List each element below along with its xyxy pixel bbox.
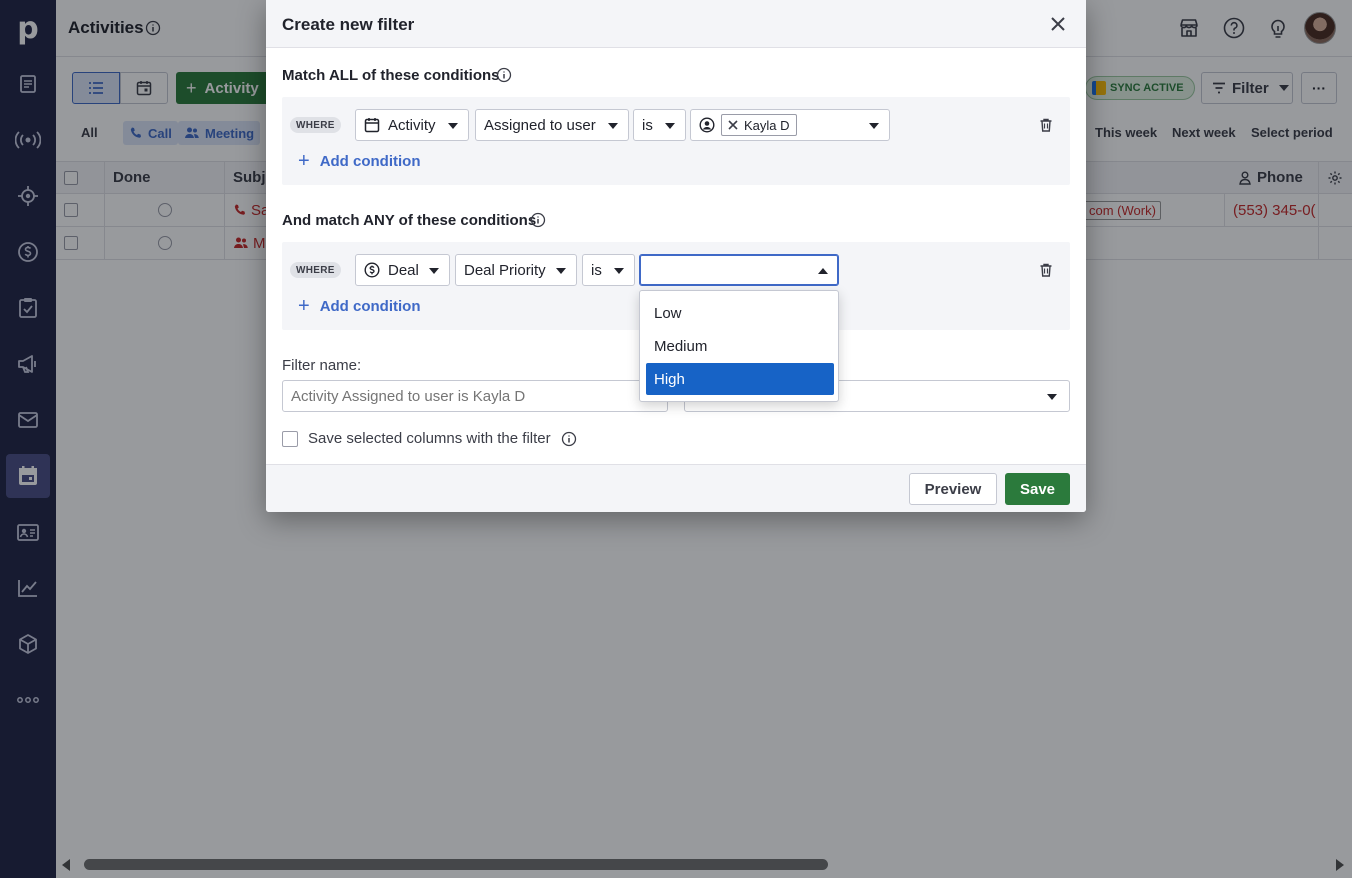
filter-name-label: Filter name: [282,357,362,374]
trash-icon[interactable] [1038,117,1054,133]
remove-chip-icon [728,120,738,130]
condition-operator-select[interactable]: is [633,109,686,141]
modal-header: Create new filter [266,0,1086,48]
condition-field-select[interactable]: Assigned to user [475,109,629,141]
add-condition-button[interactable]: + Add condition [298,151,421,171]
create-filter-modal: Create new filter Match ALL of these con… [266,0,1086,512]
chevron-down-icon [614,268,624,274]
match-all-conditions: WHERE Activity Assigned to user is Kayla… [282,97,1070,185]
add-condition-label: Add condition [319,152,421,170]
save-button[interactable]: Save [1005,473,1070,505]
filter-name-input[interactable] [282,380,668,412]
option-medium[interactable]: Medium [646,330,834,362]
entity-value: Activity [388,116,436,134]
preview-button[interactable]: Preview [909,473,997,505]
add-condition-label: Add condition [319,297,421,315]
chevron-down-icon [556,268,566,274]
close-icon[interactable] [1048,14,1068,34]
where-label: WHERE [290,117,341,133]
calendar-icon [364,118,380,133]
save-columns-option[interactable]: Save selected columns with the filter [282,430,577,447]
priority-dropdown-menu: Low Medium High [639,290,839,402]
chevron-down-icon [665,123,675,129]
condition-field-select[interactable]: Deal Priority [455,254,577,286]
match-any-title: And match ANY of these conditions [282,212,537,229]
field-value: Deal Priority [464,261,546,279]
chip-label: Kayla D [744,117,790,133]
operator-value: is [642,116,653,134]
info-icon[interactable] [530,212,546,228]
priority-value-select[interactable] [639,254,839,286]
option-high[interactable]: High [646,363,834,395]
chevron-down-icon [448,123,458,129]
user-circle-icon [699,117,715,133]
save-columns-checkbox[interactable] [282,430,298,447]
chevron-down-icon [429,268,439,274]
add-condition-button[interactable]: + Add condition [298,296,421,316]
where-label: WHERE [290,262,341,278]
user-chip[interactable]: Kayla D [721,114,797,136]
condition-entity-select[interactable]: Activity [355,109,469,141]
field-value: Assigned to user [484,116,596,134]
info-icon[interactable] [496,67,512,83]
dollar-circle-icon [364,262,380,278]
chevron-down-icon [869,123,879,129]
plus-icon: + [298,295,310,317]
modal-footer: Preview Save [266,464,1086,512]
chevron-down-icon [608,123,618,129]
plus-icon: + [298,150,310,172]
condition-value-select[interactable]: Kayla D [690,109,890,141]
match-all-title: Match ALL of these conditions [282,67,500,84]
operator-value: is [591,261,602,279]
condition-operator-select[interactable]: is [582,254,635,286]
modal-title: Create new filter [282,15,415,34]
chevron-down-icon [1047,394,1057,400]
save-columns-label: Save selected columns with the filter [308,430,551,447]
entity-value: Deal [388,261,419,279]
info-icon[interactable] [561,431,577,447]
condition-entity-select[interactable]: Deal [355,254,450,286]
option-low[interactable]: Low [646,297,834,329]
trash-icon[interactable] [1038,262,1054,278]
chevron-up-icon [818,268,828,274]
